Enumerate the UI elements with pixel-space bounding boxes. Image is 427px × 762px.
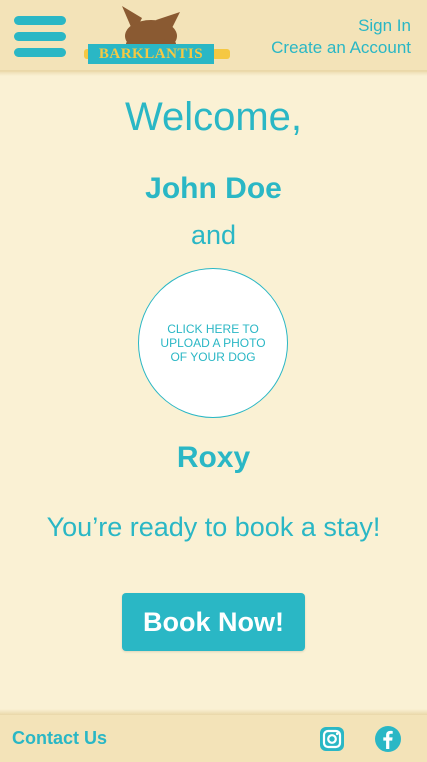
- top-header: BARKLANTIS Sign In Create an Account: [0, 0, 427, 72]
- and-text: and: [190, 220, 237, 250]
- book-now-button[interactable]: Book Now!: [122, 593, 305, 651]
- hamburger-menu-icon[interactable]: [14, 16, 66, 58]
- facebook-icon[interactable]: [374, 725, 402, 753]
- upload-prompt: CLICK HERE TO UPLOAD A PHOTO OF YOUR DOG: [160, 322, 266, 364]
- header-shadow: [0, 70, 427, 76]
- menu-bar: [14, 16, 66, 25]
- barklantis-logo[interactable]: BARKLANTIS: [84, 4, 240, 66]
- welcome-heading: Welcome,: [124, 95, 303, 139]
- create-account-link[interactable]: Create an Account: [271, 37, 411, 59]
- owner-name: John Doe: [145, 172, 282, 205]
- footer: Contact Us: [0, 715, 427, 762]
- sign-in-link[interactable]: Sign In: [271, 15, 411, 37]
- logo-text: BARKLANTIS: [88, 44, 214, 64]
- instagram-icon[interactable]: [318, 725, 346, 753]
- upload-dog-photo-button[interactable]: CLICK HERE TO UPLOAD A PHOTO OF YOUR DOG: [138, 268, 288, 418]
- dog-name: Roxy: [176, 441, 251, 474]
- menu-bar: [14, 48, 66, 57]
- contact-us-link[interactable]: Contact Us: [12, 728, 107, 749]
- menu-bar: [14, 32, 66, 41]
- account-links: Sign In Create an Account: [271, 15, 411, 59]
- ready-message: You’re ready to book a stay!: [46, 512, 381, 542]
